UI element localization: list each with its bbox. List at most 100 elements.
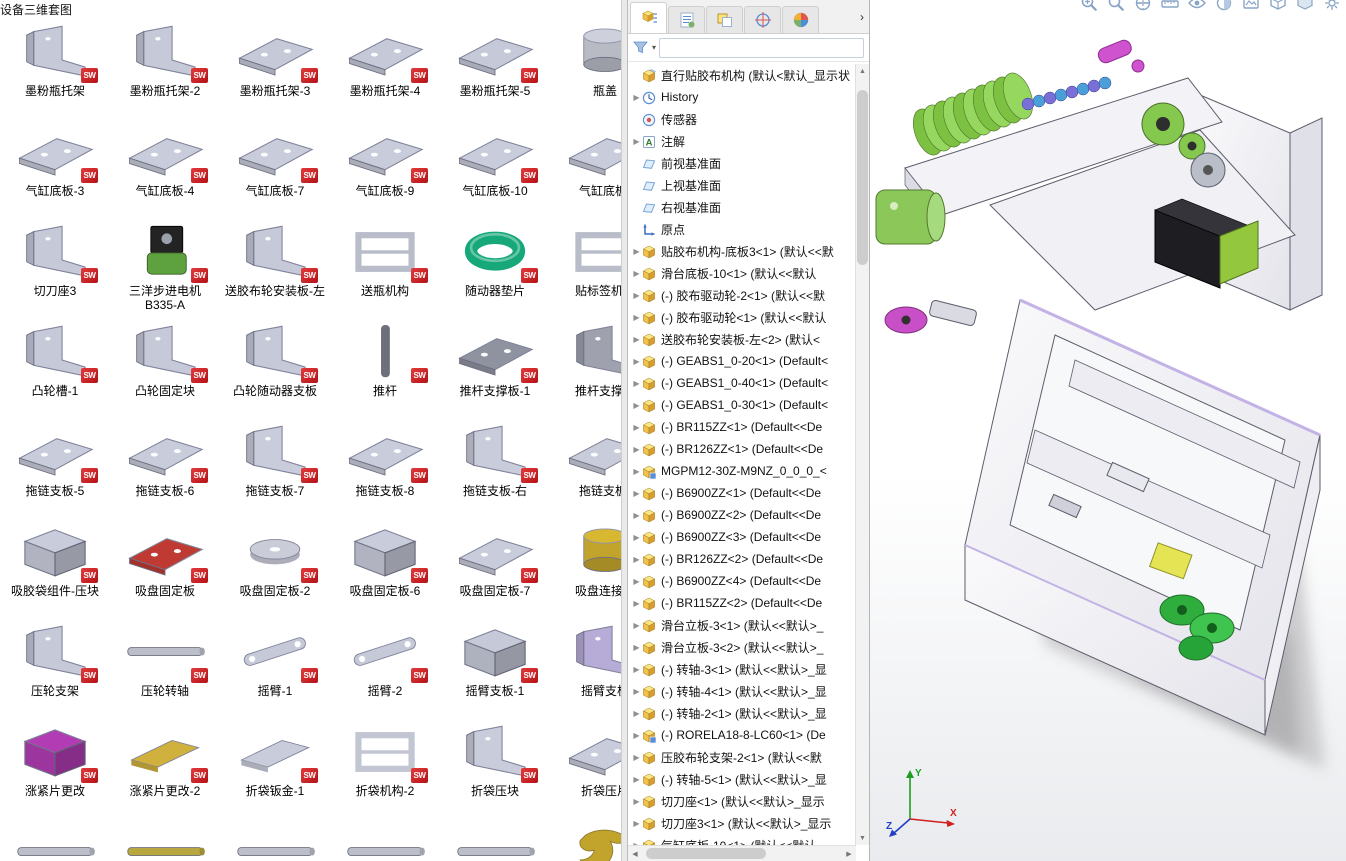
gallery-item[interactable]: SW 推杆支撑板-1 bbox=[440, 320, 550, 420]
expand-arrow-icon[interactable]: ▶ bbox=[631, 423, 642, 432]
hide-show-items-icon[interactable] bbox=[1187, 0, 1207, 13]
tree-item[interactable]: 原点 bbox=[628, 218, 856, 240]
expand-arrow-icon[interactable]: ▶ bbox=[631, 665, 642, 674]
gallery-item[interactable]: SW 气缸底板-10 bbox=[440, 120, 550, 220]
gallery-item[interactable]: SW bbox=[440, 820, 550, 861]
tree-item[interactable]: ▶ (-) 胶布驱动轮<1> (默认<<默认 bbox=[628, 306, 856, 328]
gallery-item[interactable]: SW 摇臂-1 bbox=[220, 620, 330, 720]
expand-arrow-icon[interactable]: ▶ bbox=[631, 621, 642, 630]
expand-arrow-icon[interactable]: ▶ bbox=[631, 577, 642, 586]
configurationmanager-tab[interactable] bbox=[706, 6, 743, 33]
tree-item[interactable]: ▶ 滑台底板-10<1> (默认<<默认 bbox=[628, 262, 856, 284]
gallery-item[interactable]: SW 折袋机构-2 bbox=[330, 720, 440, 820]
gallery-item[interactable]: SW 墨粉瓶托架-2 bbox=[110, 20, 220, 120]
gallery-item[interactable]: SW推杆支撑板 bbox=[550, 320, 621, 420]
displaymanager-tab[interactable] bbox=[782, 6, 819, 33]
tree-item[interactable]: ▶ 切刀座3<1> (默认<<默认>_显示 bbox=[628, 812, 856, 834]
expand-arrow-icon[interactable]: ▶ bbox=[631, 445, 642, 454]
gallery-item[interactable]: SW bbox=[110, 820, 220, 861]
tree-item[interactable]: ▶ (-) GEABS1_0-30<1> (Default< bbox=[628, 394, 856, 416]
gallery-item[interactable]: SW 吸盘固定板-2 bbox=[220, 520, 330, 620]
expand-arrow-icon[interactable]: ▶ bbox=[631, 709, 642, 718]
tree-item[interactable]: ▶ (-) 转轴-3<1> (默认<<默认>_显 bbox=[628, 658, 856, 680]
expand-arrow-icon[interactable]: ▶ bbox=[631, 555, 642, 564]
expand-arrow-icon[interactable]: ▶ bbox=[631, 335, 642, 344]
tree-item[interactable]: ▶ (-) 胶布驱动轮-2<1> (默认<<默 bbox=[628, 284, 856, 306]
expand-arrow-icon[interactable]: ▶ bbox=[631, 467, 642, 476]
section-view-icon[interactable] bbox=[1133, 0, 1153, 13]
gallery-item[interactable]: SW 吸盘固定板-7 bbox=[440, 520, 550, 620]
gallery-item[interactable]: SW 拖链支板-8 bbox=[330, 420, 440, 520]
tree-item[interactable]: ▶ (-) 转轴-4<1> (默认<<默认>_显 bbox=[628, 680, 856, 702]
gallery-item[interactable]: SW 压轮转轴 bbox=[110, 620, 220, 720]
tree-item[interactable]: ▶ (-) BR126ZZ<2> (Default<<De bbox=[628, 548, 856, 570]
scroll-left-arrow[interactable]: ◀ bbox=[628, 846, 642, 861]
tree-horizontal-scrollbar[interactable]: ◀ ▶ bbox=[628, 845, 856, 861]
gallery-item[interactable]: SW bbox=[220, 820, 330, 861]
tree-item[interactable]: ▶ (-) B6900ZZ<2> (Default<<De bbox=[628, 504, 856, 526]
gallery-item[interactable]: SW 凸轮随动器支板 bbox=[220, 320, 330, 420]
expand-arrow-icon[interactable]: ▶ bbox=[631, 599, 642, 608]
filter-input[interactable] bbox=[659, 37, 864, 58]
gallery-item[interactable]: SW 涨紧片更改-2 bbox=[110, 720, 220, 820]
gallery-item[interactable]: SW 吸盘固定板 bbox=[110, 520, 220, 620]
gallery-item[interactable]: SW 拖链支板-右 bbox=[440, 420, 550, 520]
vertical-scroll-thumb[interactable] bbox=[857, 90, 868, 265]
tree-item[interactable]: ▶ 滑台立板-3<1> (默认<<默认>_ bbox=[628, 614, 856, 636]
tree-item[interactable]: ▶ (-) BR115ZZ<2> (Default<<De bbox=[628, 592, 856, 614]
expand-arrow-icon[interactable]: ▶ bbox=[631, 379, 642, 388]
gallery-item[interactable]: SW 吸胶袋组件-压块 bbox=[0, 520, 110, 620]
gallery-item[interactable]: SW bbox=[550, 820, 621, 861]
expand-arrow-icon[interactable]: ▶ bbox=[631, 401, 642, 410]
tree-item[interactable]: ▶ (-) BR115ZZ<1> (Default<<De bbox=[628, 416, 856, 438]
gallery-item[interactable]: SW 推杆 bbox=[330, 320, 440, 420]
horizontal-scroll-track[interactable] bbox=[642, 846, 842, 861]
tree-item[interactable]: ▶ (-) B6900ZZ<1> (Default<<De bbox=[628, 482, 856, 504]
measure-icon[interactable] bbox=[1160, 0, 1180, 13]
tree-item[interactable]: ▶ A 注解 bbox=[628, 130, 856, 152]
expand-arrow-icon[interactable]: ▶ bbox=[631, 687, 642, 696]
tree-item[interactable]: ▶ (-) 转轴-2<1> (默认<<默认>_显 bbox=[628, 702, 856, 724]
gallery-item[interactable]: SW 墨粉瓶托架 bbox=[0, 20, 110, 120]
tree-item[interactable]: ▶ MGPM12-30Z-M9NZ_0_0_0_< bbox=[628, 460, 856, 482]
gallery-item[interactable]: SW 吸盘固定板-6 bbox=[330, 520, 440, 620]
gallery-item[interactable]: SW 摇臂支板-1 bbox=[440, 620, 550, 720]
tree-item[interactable]: ▶ (-) 转轴-5<1> (默认<<默认>_显 bbox=[628, 768, 856, 790]
gallery-item[interactable]: SW气缸底板- bbox=[550, 120, 621, 220]
tree-item[interactable]: 上视基准面 bbox=[628, 174, 856, 196]
tree-item[interactable]: ▶ (-) B6900ZZ<3> (Default<<De bbox=[628, 526, 856, 548]
dimxpert-tab[interactable] bbox=[744, 6, 781, 33]
gallery-item[interactable]: SW拖链支板- bbox=[550, 420, 621, 520]
gallery-item[interactable]: SW bbox=[330, 820, 440, 861]
tree-item[interactable]: 前视基准面 bbox=[628, 152, 856, 174]
scroll-down-arrow[interactable]: ▼ bbox=[856, 831, 869, 845]
gallery-item[interactable]: SW 墨粉瓶托架-5 bbox=[440, 20, 550, 120]
gallery-item[interactable]: SW贴标签机构 bbox=[550, 220, 621, 320]
tree-item[interactable]: ▶ (-) GEABS1_0-20<1> (Default< bbox=[628, 350, 856, 372]
filter-caret-icon[interactable]: ▾ bbox=[652, 43, 656, 52]
scroll-right-arrow[interactable]: ▶ bbox=[842, 846, 856, 861]
tree-vertical-scrollbar[interactable]: ▲ ▼ bbox=[855, 64, 869, 845]
tree-item[interactable]: ▶ (-) GEABS1_0-40<1> (Default< bbox=[628, 372, 856, 394]
appearances-icon[interactable] bbox=[1214, 0, 1234, 13]
gallery-item[interactable]: SW 气缸底板-7 bbox=[220, 120, 330, 220]
tree-item[interactable]: ▶ (-) B6900ZZ<4> (Default<<De bbox=[628, 570, 856, 592]
gallery-item[interactable]: SW 拖链支板-5 bbox=[0, 420, 110, 520]
gallery-item[interactable]: SW 涨紧片更改 bbox=[0, 720, 110, 820]
tree-item[interactable]: ▶ (-) RORELA18-8-LC60<1> (De bbox=[628, 724, 856, 746]
gallery-item[interactable]: SW摇臂支板 bbox=[550, 620, 621, 720]
expand-arrow-icon[interactable]: ▶ bbox=[631, 247, 642, 256]
gallery-item[interactable]: SW 墨粉瓶托架-3 bbox=[220, 20, 330, 120]
tree-item[interactable]: ▶ History bbox=[628, 86, 856, 108]
display-style-icon[interactable] bbox=[1295, 0, 1315, 13]
gallery-item[interactable]: SW 压轮支架 bbox=[0, 620, 110, 720]
gallery-item[interactable]: SW 凸轮固定块 bbox=[110, 320, 220, 420]
gallery-item[interactable]: SW 送瓶机构 bbox=[330, 220, 440, 320]
gallery-item[interactable]: SW bbox=[0, 820, 110, 861]
tree-item[interactable]: 右视基准面 bbox=[628, 196, 856, 218]
options-icon[interactable] bbox=[1322, 0, 1342, 13]
horizontal-scroll-thumb[interactable] bbox=[646, 848, 766, 859]
featuremanager-tab[interactable] bbox=[630, 2, 667, 33]
scene-icon[interactable] bbox=[1241, 0, 1261, 13]
expand-arrow-icon[interactable]: ▶ bbox=[631, 533, 642, 542]
